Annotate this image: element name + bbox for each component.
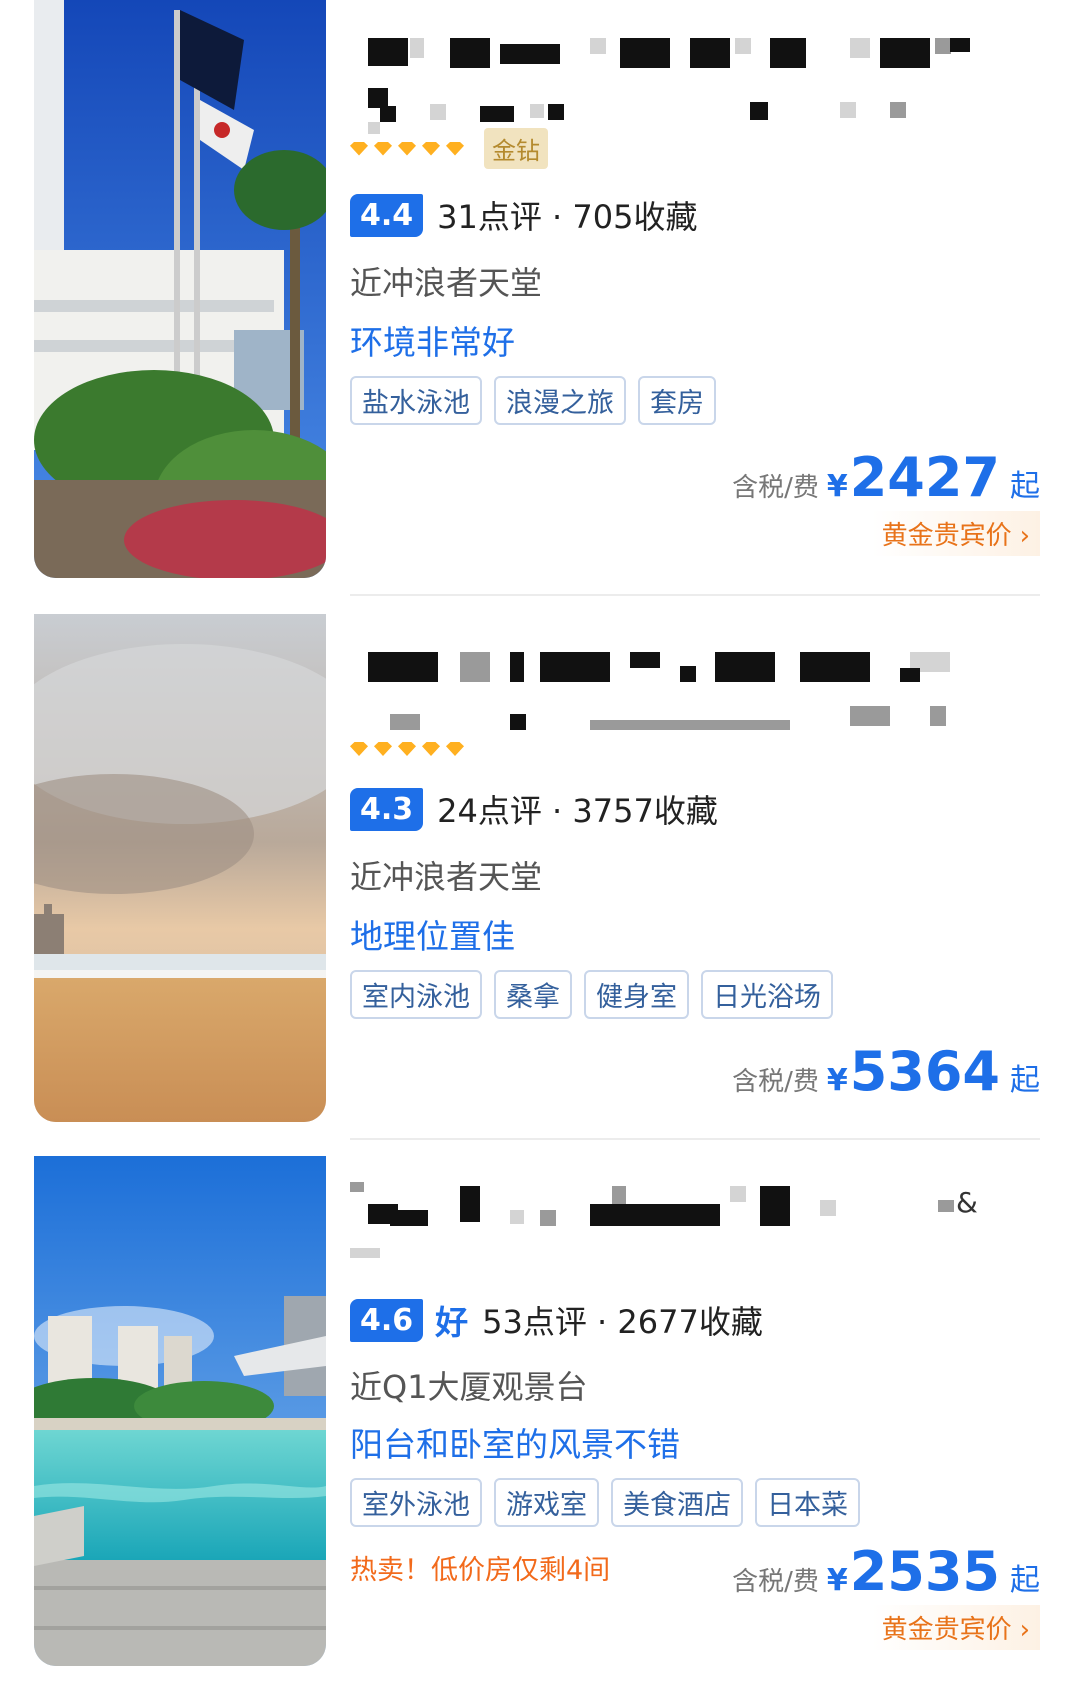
score-word: 好 bbox=[435, 1303, 469, 1342]
location-text: 近冲浪者天堂 bbox=[350, 858, 543, 896]
tag: 日光浴场 bbox=[701, 970, 833, 1019]
diamond-icon bbox=[422, 742, 440, 756]
tag: 桑拿 bbox=[494, 970, 572, 1019]
tag: 浪漫之旅 bbox=[494, 376, 626, 425]
tag: 室内泳池 bbox=[350, 970, 482, 1019]
hotel-photo[interactable] bbox=[34, 614, 326, 1122]
gold-diamond-badge: 金钻 bbox=[484, 128, 548, 169]
hotel-name-blurred[interactable]: & bbox=[350, 1180, 1040, 1300]
star-rating bbox=[350, 742, 464, 756]
diamond-icon bbox=[422, 141, 440, 156]
chevron-right-icon: › bbox=[1019, 1615, 1030, 1645]
price: 2427 bbox=[849, 446, 1000, 509]
vip-label: 黄金贵宾价 bbox=[881, 1615, 1012, 1645]
currency-symbol: ¥ bbox=[826, 1563, 848, 1598]
tag: 套房 bbox=[638, 376, 716, 425]
hotel-name-suffix: & bbox=[956, 1186, 978, 1219]
vip-price-link[interactable]: 黄金贵宾价 › bbox=[871, 1605, 1040, 1650]
tag: 盐水泳池 bbox=[350, 376, 482, 425]
tag: 日本菜 bbox=[755, 1478, 860, 1527]
tag-list: 室内泳池 桑拿 健身室 日光浴场 bbox=[350, 970, 833, 1019]
diamond-icon bbox=[446, 141, 464, 156]
diamond-icon bbox=[398, 742, 416, 756]
currency-symbol: ¥ bbox=[826, 1063, 848, 1098]
hotel-photo[interactable] bbox=[34, 0, 326, 578]
location-text: 近Q1大厦观景台 bbox=[350, 1368, 588, 1406]
vip-label: 黄金贵宾价 bbox=[881, 521, 1012, 551]
diamond-icon bbox=[398, 141, 416, 156]
review-count[interactable]: 53点评 · 2677收藏 bbox=[482, 1297, 763, 1343]
diamond-icon bbox=[374, 742, 392, 756]
tag-list: 盐水泳池 浪漫之旅 套房 bbox=[350, 376, 716, 425]
review-highlight: 地理位置佳 bbox=[350, 917, 515, 956]
tag: 健身室 bbox=[584, 970, 689, 1019]
location-text: 近冲浪者天堂 bbox=[350, 264, 543, 302]
review-count[interactable]: 31点评 · 705收藏 bbox=[437, 192, 697, 238]
from-label: 起 bbox=[1010, 469, 1040, 504]
tag: 室外泳池 bbox=[350, 1478, 482, 1527]
price: 2535 bbox=[849, 1540, 1000, 1603]
currency-symbol: ¥ bbox=[826, 469, 848, 504]
score-badge: 4.6 bbox=[350, 1298, 424, 1342]
price: 5364 bbox=[849, 1040, 1000, 1103]
divider bbox=[350, 594, 1040, 596]
diamond-icon bbox=[350, 742, 368, 756]
star-rating: 金钻 bbox=[350, 128, 548, 169]
hotel-photo[interactable] bbox=[34, 1156, 326, 1666]
review-count[interactable]: 24点评 · 3757收藏 bbox=[437, 786, 718, 832]
diamond-icon bbox=[374, 141, 392, 156]
score-badge: 4.3 bbox=[350, 787, 424, 831]
review-highlight: 阳台和卧室的风景不错 bbox=[350, 1425, 680, 1464]
divider bbox=[350, 1138, 1040, 1140]
diamond-icon bbox=[350, 141, 368, 156]
review-highlight: 环境非常好 bbox=[350, 323, 515, 362]
chevron-right-icon: › bbox=[1019, 521, 1030, 551]
tax-label: 含税/费 bbox=[732, 1067, 819, 1097]
from-label: 起 bbox=[1010, 1563, 1040, 1598]
vip-price-link[interactable]: 黄金贵宾价 › bbox=[871, 511, 1040, 556]
diamond-icon bbox=[446, 742, 464, 756]
tag: 美食酒店 bbox=[611, 1478, 743, 1527]
tax-label: 含税/费 bbox=[732, 473, 819, 503]
tag-list: 室外泳池 游戏室 美食酒店 日本菜 bbox=[350, 1478, 860, 1527]
tag: 游戏室 bbox=[494, 1478, 599, 1527]
score-badge: 4.4 bbox=[350, 193, 424, 237]
hot-sale-notice: 热卖！低价房仅剩4间 bbox=[350, 1555, 611, 1586]
from-label: 起 bbox=[1010, 1063, 1040, 1098]
tax-label: 含税/费 bbox=[732, 1567, 819, 1597]
